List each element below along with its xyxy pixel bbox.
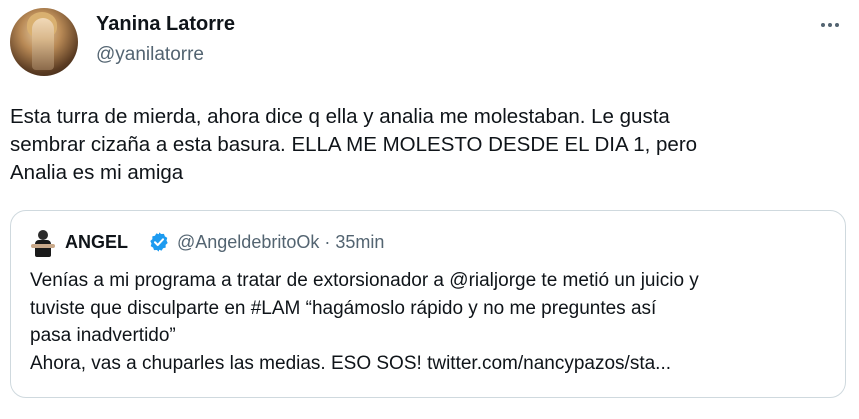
more-options-icon[interactable]	[812, 10, 848, 40]
avatar-head	[38, 230, 48, 240]
avatar-figure	[32, 18, 54, 70]
author-display-name[interactable]: Yanina Latorre	[96, 13, 235, 36]
quoted-tweet[interactable]: ANGEL @AngeldebritoOk · 35min Venías a m…	[10, 210, 846, 398]
dot	[821, 23, 825, 27]
dot	[828, 23, 832, 27]
quoted-handle-time[interactable]: @AngeldebritoOk · 35min	[177, 232, 384, 253]
quoted-author-name[interactable]: ANGEL	[65, 232, 128, 253]
verified-badge-icon	[150, 232, 168, 252]
quoted-author-avatar[interactable]	[31, 230, 55, 258]
tweet-text: Esta turra de mierda, ahora dice q ella …	[10, 105, 698, 184]
author-handle[interactable]: @yanilatorre	[96, 44, 204, 66]
dot	[835, 23, 839, 27]
tweet-card: Yanina Latorre @yanilatorre Esta turra d…	[0, 0, 859, 419]
avatar-body	[35, 240, 51, 257]
quoted-tweet-text: Venías a mi programa a tratar de extorsi…	[30, 270, 699, 374]
author-avatar[interactable]	[10, 8, 78, 76]
avatar-arm	[31, 244, 55, 248]
